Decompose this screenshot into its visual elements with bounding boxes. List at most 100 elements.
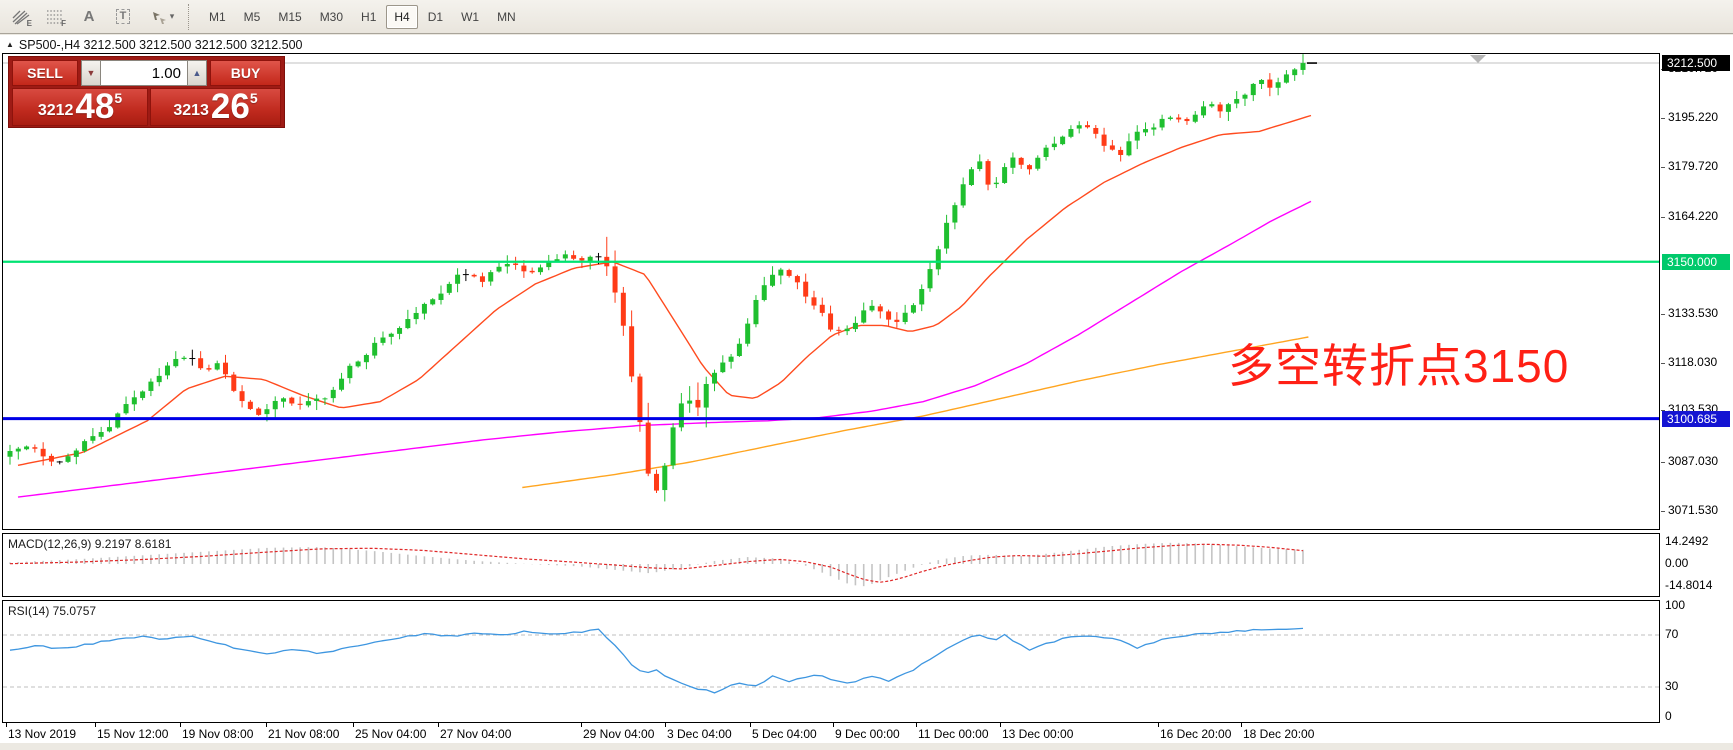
toolbar: E F A T ▾ M1M5M15M30H1H4D1W1MN [0,0,1733,34]
time-axis-tick [95,723,96,727]
time-axis-label: 21 Nov 08:00 [268,727,339,741]
text-label-tool-icon[interactable]: A [74,4,104,30]
symbol-ohlc-text: SP500-,H4 3212.500 3212.500 3212.500 321… [19,38,303,52]
tf-button-H4[interactable]: H4 [386,5,417,29]
volume-decrease-button[interactable]: ▼ [81,60,101,86]
fibonacci-tool-sub: F [61,19,66,28]
time-axis-tick [180,723,181,727]
volume-increase-button[interactable]: ▲ [187,60,207,86]
toolbar-separator [188,4,195,30]
collapse-triangle-icon[interactable]: ▲ [6,40,14,49]
bid-price-base: 3212 [38,103,74,122]
price-axis-tick [1661,511,1665,512]
buy-button[interactable]: BUY [210,60,281,86]
tf-button-D1[interactable]: D1 [420,5,451,29]
time-axis-label: 16 Dec 20:00 [1160,727,1231,741]
timeframe-bar: M1M5M15M30H1H4D1W1MN [201,5,526,29]
price-axis-tick [1661,363,1665,364]
trading-terminal: E F A T ▾ M1M5M15M30H1H4D1W1MN ▲ SP500- [0,0,1733,750]
rsi-canvas[interactable] [3,601,1659,722]
tf-button-W1[interactable]: W1 [453,5,487,29]
time-axis-tick [6,723,7,727]
time-axis-label: 9 Dec 00:00 [835,727,900,741]
channel-tool-sub: E [27,19,32,28]
channel-tool-icon[interactable]: E [6,4,36,30]
time-axis-label: 3 Dec 04:00 [667,727,732,741]
macd-canvas[interactable] [3,534,1659,596]
current-price-badge: 3212.500 [1662,55,1730,71]
time-axis-label: 29 Nov 04:00 [583,727,654,741]
time-axis-tick [916,723,917,727]
tf-button-M15[interactable]: M15 [270,5,309,29]
time-axis-label: 25 Nov 04:00 [355,727,426,741]
rsi-pane[interactable]: RSI(14) 75.0757 [2,600,1660,723]
ask-price-base: 3213 [173,103,209,122]
volume-input[interactable] [101,60,187,86]
price-axis-label: 3164.220 [1668,209,1718,223]
sell-button[interactable]: SELL [12,60,78,86]
rsi-axis-label: 100 [1665,598,1685,612]
price-axis-tick [1661,118,1665,119]
price-axis[interactable]: 3210.7203195.2203179.7203164.2203133.530… [1661,35,1733,743]
price-axis-tick [1661,314,1665,315]
macd-axis-label: -14.8014 [1665,578,1712,592]
time-axis-label: 5 Dec 04:00 [752,727,817,741]
bid-price-pips: 48 [75,93,114,122]
macd-pane[interactable]: MACD(12,26,9) 9.2197 8.6181 [2,533,1660,597]
time-axis-tick [665,723,666,727]
rsi-axis-label: 0 [1665,709,1672,723]
time-axis-tick [1000,723,1001,727]
time-axis-tick [750,723,751,727]
price-axis-label: 3087.030 [1668,454,1718,468]
price-axis-label: 3195.220 [1668,110,1718,124]
ask-price-pipette: 5 [250,91,258,105]
fibonacci-tool-icon[interactable]: F [40,4,70,30]
time-axis-label: 18 Dec 20:00 [1243,727,1314,741]
tf-button-MN[interactable]: MN [489,5,524,29]
time-axis-tick [1241,723,1242,727]
time-axis-label: 27 Nov 04:00 [440,727,511,741]
ask-price-panel[interactable]: 3213 26 5 [150,88,281,126]
chart-shift-marker [1470,55,1486,63]
price-axis-tick [1661,217,1665,218]
macd-axis-label: 14.2492 [1665,534,1708,548]
macd-label: MACD(12,26,9) 9.2197 8.6181 [8,537,171,551]
time-axis-label: 19 Nov 08:00 [182,727,253,741]
rsi-axis-label: 70 [1665,627,1678,641]
bid-price-pipette: 5 [114,91,122,105]
text-tool-icon[interactable]: T [108,4,138,30]
price-axis-label: 3179.720 [1668,159,1718,173]
time-axis-label: 13 Dec 00:00 [1002,727,1073,741]
tf-button-H1[interactable]: H1 [353,5,384,29]
time-axis-tick [438,723,439,727]
tf-button-M5[interactable]: M5 [236,5,269,29]
tf-button-M30[interactable]: M30 [312,5,351,29]
time-axis-label: 13 Nov 2019 [8,727,76,741]
time-axis-tick [581,723,582,727]
one-click-trade-panel: SELL ▼ ▲ BUY 3212 48 5 3213 26 5 [8,56,285,128]
price-axis-label: 3071.530 [1668,503,1718,517]
green-level-badge: 3150.000 [1662,254,1730,270]
chart-annotation-text[interactable]: 多空转折点3150 [1228,341,1569,392]
time-axis-tick [1158,723,1159,727]
volume-stepper: ▼ ▲ [81,60,207,86]
text-tool-glyph: T [116,9,131,24]
arrows-tool-icon[interactable]: ▾ [142,4,182,30]
dropdown-caret-icon: ▾ [170,11,175,22]
tf-button-M1[interactable]: M1 [201,5,234,29]
time-axis-label: 15 Nov 12:00 [97,727,168,741]
time-axis-tick [266,723,267,727]
rsi-label: RSI(14) 75.0757 [8,604,96,618]
chart-window: ▲ SP500-,H4 3212.500 3212.500 3212.500 3… [0,35,1733,743]
blue-level-badge: 3100.685 [1662,411,1730,427]
time-axis-tick [353,723,354,727]
time-axis-label: 11 Dec 00:00 [918,727,989,741]
time-axis-tick [833,723,834,727]
macd-axis-label: 0.00 [1665,556,1688,570]
ask-price-pips: 26 [211,93,250,122]
price-axis-label: 3133.530 [1668,306,1718,320]
price-axis-tick [1661,167,1665,168]
bid-price-panel[interactable]: 3212 48 5 [12,88,148,126]
time-axis[interactable]: 13 Nov 2019 15 Nov 12:00 19 Nov 08:00 21 No… [2,723,1660,743]
chart-title: ▲ SP500-,H4 3212.500 3212.500 3212.500 3… [3,36,303,53]
